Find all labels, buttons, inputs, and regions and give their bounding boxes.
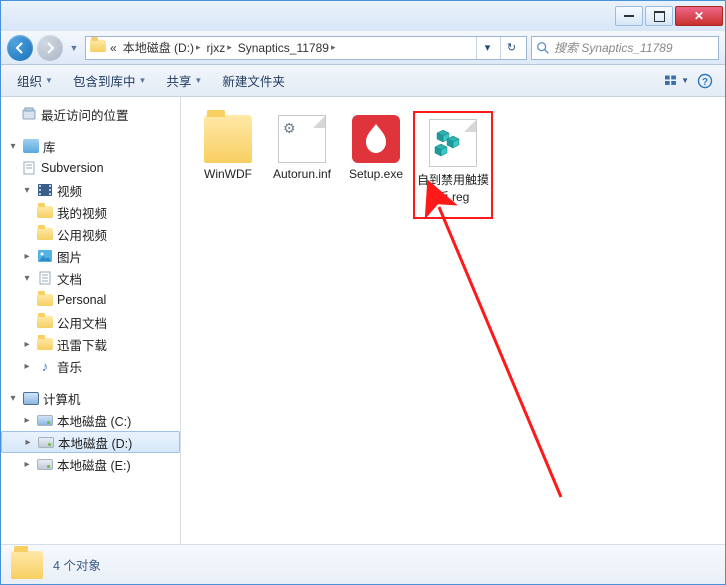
expand-icon[interactable]: ▸ xyxy=(21,361,33,372)
folder-icon xyxy=(11,551,43,579)
status-text: 4 个对象 xyxy=(53,555,101,574)
explorer-body: 最近访问的位置 ▾ 库 Subversion ▾ 视频 我的视频 公用视频 ▸ xyxy=(1,97,725,544)
videos-icon xyxy=(37,182,53,198)
organize-button[interactable]: 组织▼ xyxy=(9,67,61,94)
expand-icon[interactable]: ▸ xyxy=(21,339,33,350)
drive-icon xyxy=(37,456,53,472)
new-folder-button[interactable]: 新建文件夹 xyxy=(214,67,293,94)
file-label: 自到禁用触摸板.reg xyxy=(417,171,489,205)
expand-icon[interactable]: ▸ xyxy=(21,415,33,426)
sidebar-item-computer[interactable]: ▾ 计算机 xyxy=(1,387,180,409)
refresh-button[interactable]: ↻ xyxy=(500,37,522,59)
breadcrumb-item[interactable]: Synaptics_11789▸ xyxy=(236,41,338,55)
file-label: Setup.exe xyxy=(349,167,403,181)
sidebar-item-drive-c[interactable]: ▸ 本地磁盘 (C:) xyxy=(1,409,180,431)
breadcrumb-item[interactable]: rjxz▸ xyxy=(205,41,234,55)
music-icon: ♪ xyxy=(37,358,53,374)
recent-places-icon xyxy=(21,106,37,122)
libraries-icon xyxy=(23,138,39,154)
sidebar-item-subversion[interactable]: Subversion xyxy=(1,157,180,179)
sidebar-item-videos[interactable]: ▾ 视频 xyxy=(1,179,180,201)
sidebar-item-pictures[interactable]: ▸ 图片 xyxy=(1,245,180,267)
collapse-icon[interactable]: ▾ xyxy=(21,273,33,284)
svg-text:?: ? xyxy=(702,77,708,88)
drive-icon xyxy=(38,434,54,450)
titlebar xyxy=(1,1,725,31)
documents-icon xyxy=(37,270,53,286)
folder-icon xyxy=(37,336,53,352)
file-label: Autorun.inf xyxy=(273,167,331,181)
file-label: WinWDF xyxy=(204,167,252,181)
sidebar-item-my-videos[interactable]: 我的视频 xyxy=(1,201,180,223)
sidebar-item-xunlei[interactable]: ▸ 迅雷下载 xyxy=(1,333,180,355)
navigation-pane: 最近访问的位置 ▾ 库 Subversion ▾ 视频 我的视频 公用视频 ▸ xyxy=(1,97,181,544)
sidebar-item-public-videos[interactable]: 公用视频 xyxy=(1,223,180,245)
breadcrumb-item[interactable]: 本地磁盘 (D:)▸ xyxy=(121,39,203,56)
search-icon xyxy=(536,41,550,55)
collapse-icon[interactable]: ▾ xyxy=(7,141,19,152)
collapse-icon[interactable]: ▾ xyxy=(7,393,19,404)
file-item-highlighted[interactable]: 自到禁用触摸板.reg xyxy=(413,111,493,219)
expand-icon[interactable]: ▸ xyxy=(21,459,33,470)
setup-exe-icon xyxy=(352,115,400,163)
collapse-icon[interactable]: ▾ xyxy=(21,185,33,196)
folder-icon xyxy=(90,40,106,55)
explorer-window: ▼ « 本地磁盘 (D:)▸ rjxz▸ Synaptics_11789▸ ▾ … xyxy=(0,0,726,585)
breadcrumb-prefix: « xyxy=(108,41,119,55)
file-list[interactable]: WinWDF ⚙ Autorun.inf Setup.exe xyxy=(181,97,725,544)
address-dropdown[interactable]: ▾ xyxy=(476,37,498,59)
search-placeholder: 搜索 Synaptics_11789 xyxy=(554,39,673,56)
folder-icon xyxy=(37,314,53,330)
file-item[interactable]: Setup.exe xyxy=(339,111,413,219)
folder-icon xyxy=(204,115,252,163)
navigation-bar: ▼ « 本地磁盘 (D:)▸ rjxz▸ Synaptics_11789▸ ▾ … xyxy=(1,31,725,65)
drive-icon xyxy=(37,412,53,428)
reg-file-icon xyxy=(429,119,477,167)
command-toolbar: 组织▼ 包含到库中▼ 共享▼ 新建文件夹 ▼ ? xyxy=(1,65,725,97)
close-button[interactable] xyxy=(675,6,723,26)
sidebar-item-documents[interactable]: ▾ 文档 xyxy=(1,267,180,289)
folder-item[interactable]: WinWDF xyxy=(191,111,265,219)
help-button[interactable]: ? xyxy=(693,70,717,92)
search-input[interactable]: 搜索 Synaptics_11789 xyxy=(531,36,719,60)
inf-file-icon: ⚙ xyxy=(278,115,326,163)
maximize-button[interactable] xyxy=(645,6,673,26)
sidebar-item-public-documents[interactable]: 公用文档 xyxy=(1,311,180,333)
sidebar-item-personal[interactable]: Personal xyxy=(1,289,180,311)
sidebar-item-drive-d[interactable]: ▸ 本地磁盘 (D:) xyxy=(1,431,180,453)
minimize-button[interactable] xyxy=(615,6,643,26)
status-bar: 4 个对象 xyxy=(1,544,725,584)
computer-icon xyxy=(23,390,39,406)
sidebar-item-recent[interactable]: 最近访问的位置 xyxy=(1,103,180,125)
sidebar-item-libraries[interactable]: ▾ 库 xyxy=(1,135,180,157)
sidebar-item-drive-e[interactable]: ▸ 本地磁盘 (E:) xyxy=(1,453,180,475)
folder-icon xyxy=(37,292,53,308)
view-options-button[interactable]: ▼ xyxy=(665,70,689,92)
expand-icon[interactable]: ▸ xyxy=(21,251,33,262)
expand-icon[interactable]: ▸ xyxy=(22,437,34,448)
pictures-icon xyxy=(37,248,53,264)
document-icon xyxy=(21,160,37,176)
forward-button[interactable] xyxy=(37,35,63,61)
folder-icon xyxy=(37,226,53,242)
file-item[interactable]: ⚙ Autorun.inf xyxy=(265,111,339,219)
sidebar-item-music[interactable]: ▸ ♪ 音乐 xyxy=(1,355,180,377)
share-button[interactable]: 共享▼ xyxy=(158,67,210,94)
back-button[interactable] xyxy=(7,35,33,61)
folder-icon xyxy=(37,204,53,220)
history-dropdown[interactable]: ▼ xyxy=(67,35,81,61)
address-bar[interactable]: « 本地磁盘 (D:)▸ rjxz▸ Synaptics_11789▸ ▾ ↻ xyxy=(85,36,527,60)
include-in-library-button[interactable]: 包含到库中▼ xyxy=(65,67,154,94)
